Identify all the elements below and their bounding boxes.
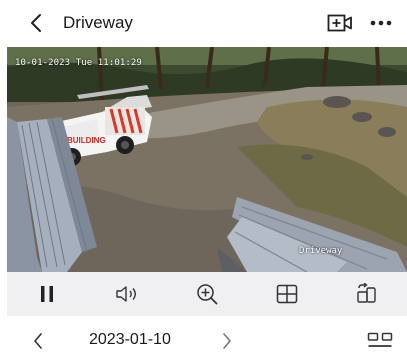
- chevron-left-icon: [34, 333, 42, 349]
- camera-scene-image: BUILDING: [7, 47, 407, 272]
- selected-date[interactable]: 2023-01-10: [89, 331, 171, 349]
- chevron-right-icon: [223, 333, 231, 349]
- back-button[interactable]: [22, 9, 50, 37]
- pause-icon: [41, 286, 53, 302]
- more-horizontal-icon: [370, 20, 392, 26]
- grid-icon: [276, 284, 298, 304]
- camera-video-feed[interactable]: BUILDING 10-01-2023 Tue 11:01:29 Drivewa…: [7, 47, 407, 272]
- next-day-button[interactable]: [216, 328, 238, 354]
- zoom-in-icon: [197, 284, 218, 305]
- rotate-screen-icon: [357, 283, 376, 303]
- previous-day-button[interactable]: [27, 328, 49, 354]
- add-camera-icon: [327, 14, 352, 32]
- video-camera-label: Driveway: [299, 246, 343, 256]
- date-navigation-bar: 2023-01-10: [0, 322, 407, 360]
- volume-button[interactable]: [87, 272, 167, 316]
- zoom-button[interactable]: [167, 272, 247, 316]
- playback-controls: [7, 272, 407, 316]
- svg-text:BUILDING: BUILDING: [67, 136, 106, 145]
- add-camera-button[interactable]: [325, 9, 355, 37]
- speaker-icon: [116, 286, 136, 302]
- page-title: Driveway: [63, 13, 133, 32]
- pause-button[interactable]: [7, 272, 87, 316]
- rotate-button[interactable]: [327, 272, 407, 316]
- grid-button[interactable]: [247, 272, 327, 316]
- layout-toggle-button[interactable]: [365, 329, 395, 353]
- video-timestamp: 10-01-2023 Tue 11:01:29: [15, 58, 142, 68]
- chevron-left-icon: [31, 14, 41, 32]
- layout-icon: [367, 332, 393, 347]
- more-button[interactable]: [366, 9, 396, 37]
- top-nav-bar: Driveway: [0, 0, 407, 47]
